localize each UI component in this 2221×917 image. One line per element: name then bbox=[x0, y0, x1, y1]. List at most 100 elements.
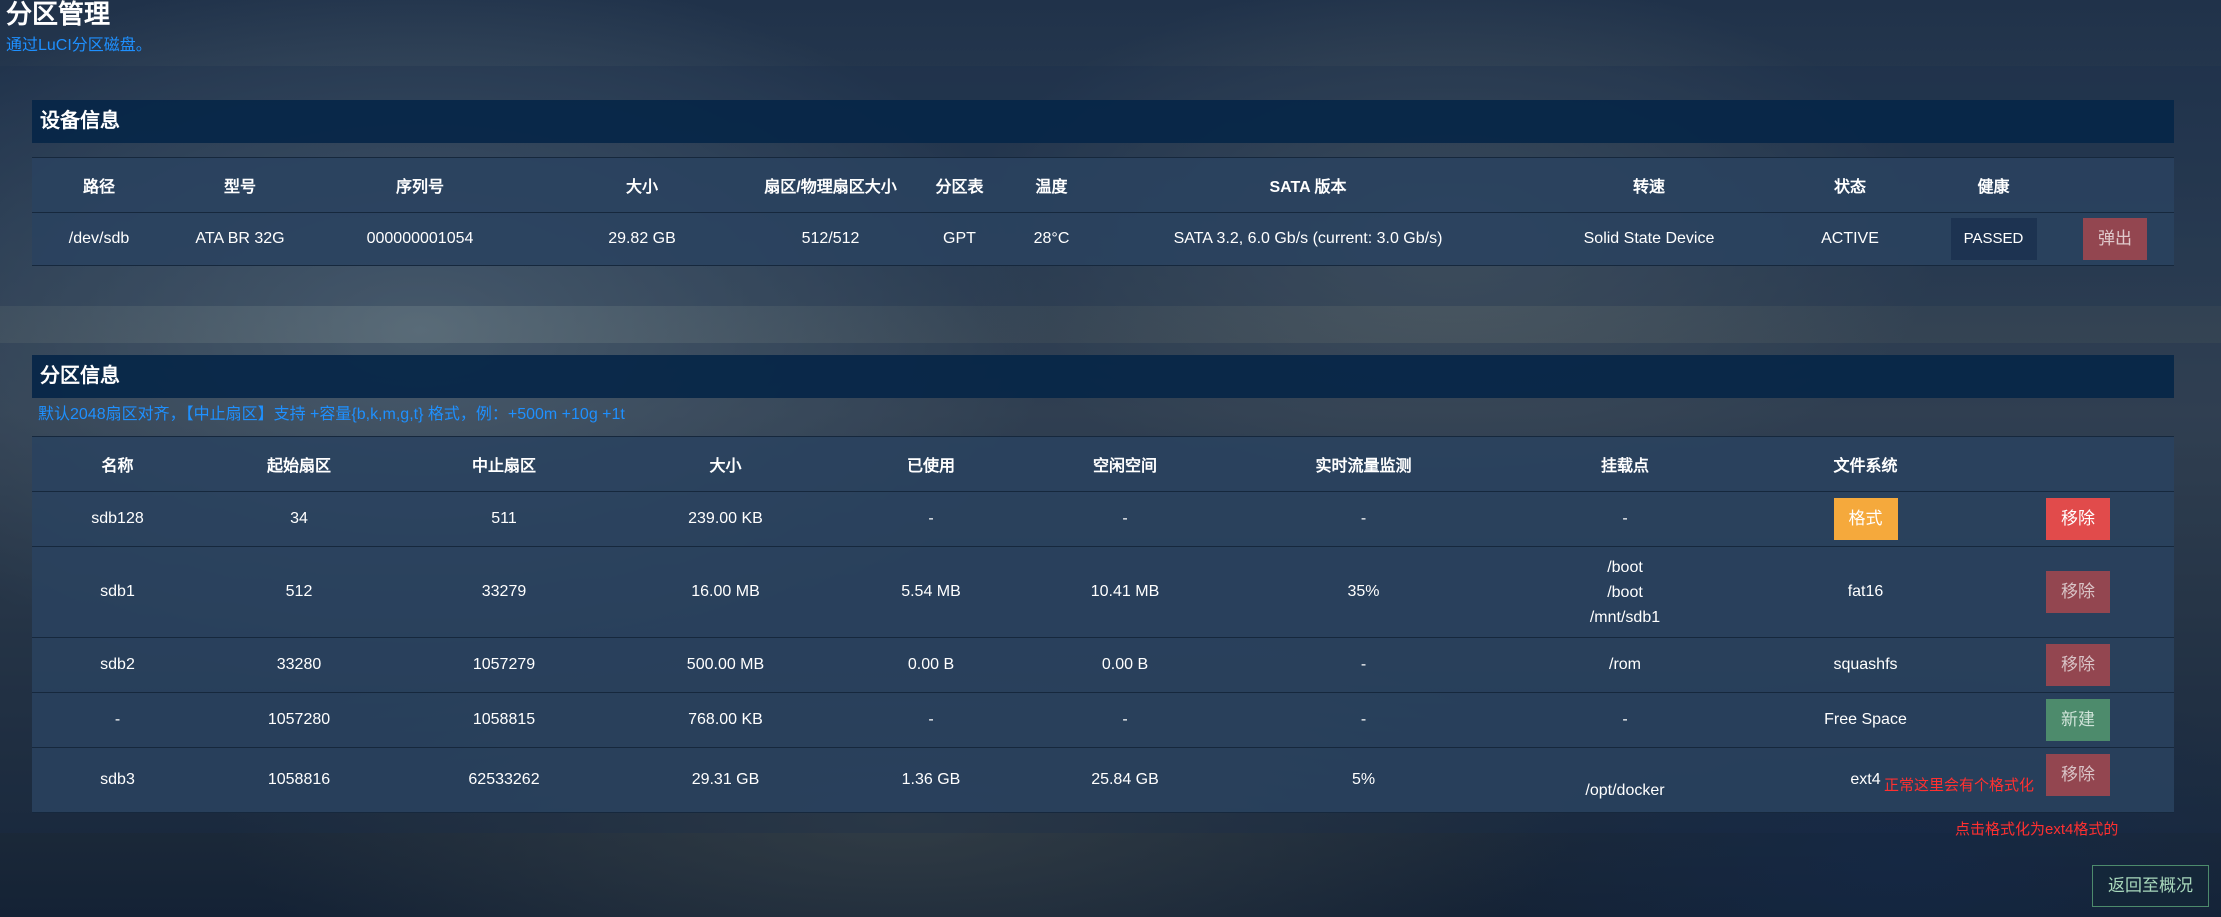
column-header-path: 路径 bbox=[32, 157, 166, 213]
partition-free: 10.41 MB bbox=[1024, 546, 1226, 638]
partition-mount-point: /rom bbox=[1501, 637, 1749, 693]
partition-end-sector: 33279 bbox=[395, 546, 613, 638]
partition-filesystem: Free Space bbox=[1749, 692, 1982, 748]
partition-name: sdb2 bbox=[32, 637, 203, 693]
partition-alignment-note: 默认2048扇区对齐，【中止扇区】支持 +容量{b,k,m,g,t} 格式，例：… bbox=[38, 406, 625, 423]
table-row: sdb128 34 511 239.00 KB - - - - 格式 移除 bbox=[32, 491, 2174, 547]
partition-start-sector: 33280 bbox=[203, 637, 395, 693]
device-temperature: 28°C bbox=[1016, 212, 1087, 266]
column-header-temperature: 温度 bbox=[1016, 157, 1087, 213]
partition-used: 1.36 GB bbox=[838, 747, 1024, 813]
column-header-status: 状态 bbox=[1769, 157, 1931, 213]
partition-name: sdb3 bbox=[32, 747, 203, 813]
partition-end-sector: 1057279 bbox=[395, 637, 613, 693]
device-sector-size: 512/512 bbox=[758, 212, 903, 266]
eject-button[interactable]: 弹出 bbox=[2083, 218, 2147, 260]
device-serial: 000000001054 bbox=[314, 212, 526, 266]
partition-filesystem: fat16 bbox=[1749, 546, 1982, 638]
partition-name: - bbox=[32, 692, 203, 748]
partition-end-sector: 1058815 bbox=[395, 692, 613, 748]
remove-button[interactable]: 移除 bbox=[2046, 571, 2110, 613]
device-status: ACTIVE bbox=[1769, 212, 1931, 266]
page-description: 通过LuCI分区磁盘。 bbox=[6, 37, 152, 54]
column-header-sector-size: 扇区/物理扇区大小 bbox=[758, 157, 903, 213]
column-header-model: 型号 bbox=[166, 157, 314, 213]
partition-free: 25.84 GB bbox=[1024, 747, 1226, 813]
column-header-name: 名称 bbox=[32, 436, 203, 492]
partition-used: - bbox=[838, 692, 1024, 748]
partition-end-sector: 62533262 bbox=[395, 747, 613, 813]
device-table: 路径 型号 序列号 大小 扇区/物理扇区大小 分区表 温度 SATA 版本 转速… bbox=[32, 157, 2174, 266]
device-section-header: 设备信息 bbox=[32, 100, 2174, 143]
partition-mount-point: /boot /boot /mnt/sdb1 bbox=[1501, 546, 1749, 638]
device-partition-table: GPT bbox=[903, 212, 1016, 266]
remove-button[interactable]: 移除 bbox=[2046, 498, 2110, 540]
device-sata-version: SATA 3.2, 6.0 Gb/s (current: 3.0 Gb/s) bbox=[1087, 212, 1529, 266]
column-header-used: 已使用 bbox=[838, 436, 1024, 492]
table-row: sdb2 33280 1057279 500.00 MB 0.00 B 0.00… bbox=[32, 637, 2174, 693]
device-size: 29.82 GB bbox=[526, 212, 758, 266]
column-header-size: 大小 bbox=[613, 436, 838, 492]
column-header-free-space: 空闲空间 bbox=[1024, 436, 1226, 492]
device-path: /dev/sdb bbox=[32, 212, 166, 266]
partition-start-sector: 512 bbox=[203, 546, 395, 638]
column-header-end-sector: 中止扇区 bbox=[395, 436, 613, 492]
partition-usage: - bbox=[1226, 692, 1501, 748]
table-row: sdb3 1058816 62533262 29.31 GB 1.36 GB 2… bbox=[32, 747, 2174, 813]
column-header-actions bbox=[2056, 157, 2174, 213]
table-row: - 1057280 1058815 768.00 KB - - - - Free… bbox=[32, 692, 2174, 748]
partition-actions-cell: 新建 bbox=[1982, 692, 2174, 748]
partition-size: 768.00 KB bbox=[613, 692, 838, 748]
partition-free: 0.00 B bbox=[1024, 637, 1226, 693]
new-partition-button[interactable]: 新建 bbox=[2046, 699, 2110, 741]
device-health-cell: PASSED bbox=[1931, 212, 2056, 266]
partition-usage: - bbox=[1226, 491, 1501, 547]
partition-name: sdb1 bbox=[32, 546, 203, 638]
partition-used: 5.54 MB bbox=[838, 546, 1024, 638]
partition-mount-point: - bbox=[1501, 692, 1749, 748]
column-header-health: 健康 bbox=[1931, 157, 2056, 213]
column-header-sata-version: SATA 版本 bbox=[1087, 157, 1529, 213]
partition-size: 239.00 KB bbox=[613, 491, 838, 547]
remove-button[interactable]: 移除 bbox=[2046, 754, 2110, 796]
partition-start-sector: 1057280 bbox=[203, 692, 395, 748]
partition-name: sdb128 bbox=[32, 491, 203, 547]
partition-used: - bbox=[838, 491, 1024, 547]
partition-table: 名称 起始扇区 中止扇区 大小 已使用 空闲空间 实时流量监测 挂载点 文件系统… bbox=[32, 436, 2174, 813]
format-button[interactable]: 格式 bbox=[1833, 498, 1898, 540]
partition-free: - bbox=[1024, 692, 1226, 748]
partition-usage: - bbox=[1226, 637, 1501, 693]
partition-size: 16.00 MB bbox=[613, 546, 838, 638]
partition-actions-cell: 移除 bbox=[1982, 637, 2174, 693]
column-header-size: 大小 bbox=[526, 157, 758, 213]
partition-usage: 35% bbox=[1226, 546, 1501, 638]
column-header-mount-point: 挂载点 bbox=[1501, 436, 1749, 492]
device-actions-cell: 弹出 bbox=[2056, 212, 2174, 266]
partition-end-sector: 511 bbox=[395, 491, 613, 547]
page-title: 分区管理 bbox=[6, 0, 111, 29]
partition-start-sector: 34 bbox=[203, 491, 395, 547]
column-header-rotation: 转速 bbox=[1529, 157, 1769, 213]
partition-size: 29.31 GB bbox=[613, 747, 838, 813]
device-table-header-row: 路径 型号 序列号 大小 扇区/物理扇区大小 分区表 温度 SATA 版本 转速… bbox=[32, 157, 2174, 213]
back-to-overview-button[interactable]: 返回至概况 bbox=[2092, 865, 2209, 907]
partition-section-header: 分区信息 bbox=[32, 355, 2174, 398]
mount-point-entry: /mnt/sdb1 bbox=[1589, 608, 1661, 626]
partition-actions-cell: 移除 bbox=[1982, 546, 2174, 638]
device-row: /dev/sdb ATA BR 32G 000000001054 29.82 G… bbox=[32, 212, 2174, 266]
partition-actions-cell: 移除 bbox=[1982, 491, 2174, 547]
partition-mount-point: /opt/docker bbox=[1501, 747, 1749, 813]
mount-point-entry: /boot bbox=[1607, 558, 1643, 576]
format-annotation-note: 正常这里会有个格式化 bbox=[1884, 777, 2035, 794]
column-header-usage-monitor: 实时流量监测 bbox=[1226, 436, 1501, 492]
remove-button[interactable]: 移除 bbox=[2046, 644, 2110, 686]
device-model: ATA BR 32G bbox=[166, 212, 314, 266]
mount-point-entry: /boot bbox=[1607, 583, 1643, 601]
partition-used: 0.00 B bbox=[838, 637, 1024, 693]
column-header-actions bbox=[1982, 436, 2174, 492]
ext4-annotation-note: 点击格式化为ext4格式的 bbox=[1955, 821, 2119, 838]
partition-start-sector: 1058816 bbox=[203, 747, 395, 813]
partition-mount-point: - bbox=[1501, 491, 1749, 547]
column-header-serial: 序列号 bbox=[314, 157, 526, 213]
partition-usage: 5% bbox=[1226, 747, 1501, 813]
